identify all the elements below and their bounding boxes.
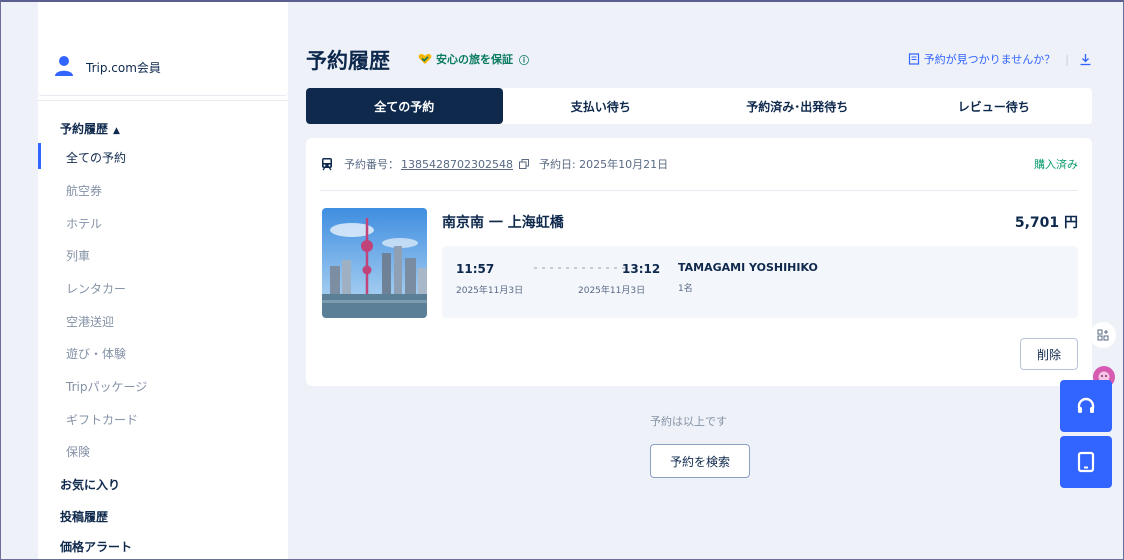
sidebar-item-hotels[interactable]: ホテル [66, 215, 102, 232]
sidebar-item-activities[interactable]: 遊び・体験 [66, 345, 126, 362]
sidebar-item-posts[interactable]: 投稿履歴 [60, 508, 108, 525]
order-card[interactable]: 予約番号： 1385428702302548 予約日: 2025年10月21日 … [306, 138, 1092, 386]
not-found-link[interactable]: 予約が見つかりませんか？ [924, 51, 1056, 67]
not-found-link-group: 予約が見つかりませんか？ | [908, 51, 1092, 67]
info-icon[interactable]: ⓘ [519, 52, 529, 67]
order-date: 予約日: 2025年10月21日 [538, 158, 669, 171]
sidebar-item-favorites[interactable]: お気に入り [60, 476, 120, 493]
user-icon [55, 56, 73, 76]
order-status: 購入済み [1034, 158, 1078, 171]
end-of-list-text: 予約は以上です [650, 415, 727, 428]
tab-awaiting-payment[interactable]: 支払い待ち [503, 88, 700, 124]
guarantee-label: 安心の旅を保証 [436, 53, 513, 66]
sidebar-item-gift-cards[interactable]: ギフトカード [66, 411, 138, 428]
departure-time: 11:57 [456, 262, 495, 276]
route-dotted-line [534, 267, 630, 269]
app-download-button[interactable] [1060, 436, 1112, 488]
sidebar-item-insurance[interactable]: 保険 [66, 443, 90, 460]
passenger-count: 1名 [678, 284, 693, 294]
order-header: 予約番号： 1385428702302548 予約日: 2025年10月21日 [320, 156, 668, 172]
tab-all-bookings[interactable]: 全ての予約 [306, 88, 503, 124]
guarantee-badge[interactable]: 安心の旅を保証 ⓘ [418, 51, 529, 67]
tablet-icon [1077, 451, 1095, 473]
page-title: 予約履歴 [306, 49, 390, 73]
arrival-time: 13:12 [622, 262, 661, 276]
document-icon [908, 53, 919, 65]
active-indicator [38, 143, 41, 169]
copy-icon[interactable] [518, 159, 529, 169]
sidebar-item-trains[interactable]: 列車 [66, 247, 90, 264]
headset-icon [1077, 397, 1095, 413]
customer-support-button[interactable] [1060, 380, 1112, 432]
member-label: Trip.com会員 [86, 61, 161, 75]
sidebar-item-all-bookings[interactable]: 全ての予約 [66, 149, 126, 166]
delete-button[interactable]: 削除 [1020, 338, 1078, 370]
order-number-label: 予約番号： [344, 158, 399, 171]
sidebar-item-price-alert[interactable]: 価格アラート [60, 538, 132, 555]
tab-booked-awaiting-departure[interactable]: 予約済み･出発待ち [699, 88, 896, 124]
sidebar-item-packages[interactable]: Tripパッケージ [66, 378, 147, 395]
order-price: 5,701 円 [1014, 215, 1078, 231]
destination-thumbnail [322, 208, 427, 318]
departure-date: 2025年11月3日 [456, 286, 524, 296]
sidebar-item-airport-transfer[interactable]: 空港送迎 [66, 313, 114, 330]
member-card[interactable]: Trip.com会員 [38, 42, 288, 96]
download-icon[interactable] [1079, 53, 1092, 66]
order-number[interactable]: 1385428702302548 [401, 158, 513, 171]
order-tabs: 全ての予約 支払い待ち 予約済み･出発待ち レビュー待ち [306, 88, 1092, 124]
caret-up-icon: ▲ [113, 126, 120, 136]
trip-details: 11:57 2025年11月3日 13:12 2025年11月3日 TAMAGA… [442, 246, 1078, 318]
heart-shield-icon [418, 54, 432, 64]
route-title[interactable]: 南京南 一 上海虹橋 [442, 212, 564, 232]
passenger-name: TAMAGAMI YOSHIHIKO [678, 261, 818, 274]
order-divider [320, 190, 1078, 191]
tab-awaiting-review[interactable]: レビュー待ち [896, 88, 1093, 124]
arrival-date: 2025年11月3日 [578, 286, 646, 296]
train-icon [322, 158, 332, 171]
separator: | [1065, 52, 1069, 66]
grid-icon[interactable] [1090, 322, 1116, 348]
sidebar-divider [38, 100, 288, 101]
sidebar-item-car-rental[interactable]: レンタカー [66, 280, 126, 297]
sidebar-section-bookings-label: 予約履歴 [60, 122, 109, 136]
search-bookings-button[interactable]: 予約を検索 [650, 444, 750, 478]
sidebar-section-bookings[interactable]: 予約履歴 ▲ [60, 120, 120, 137]
sidebar-item-flights[interactable]: 航空券 [66, 182, 102, 199]
